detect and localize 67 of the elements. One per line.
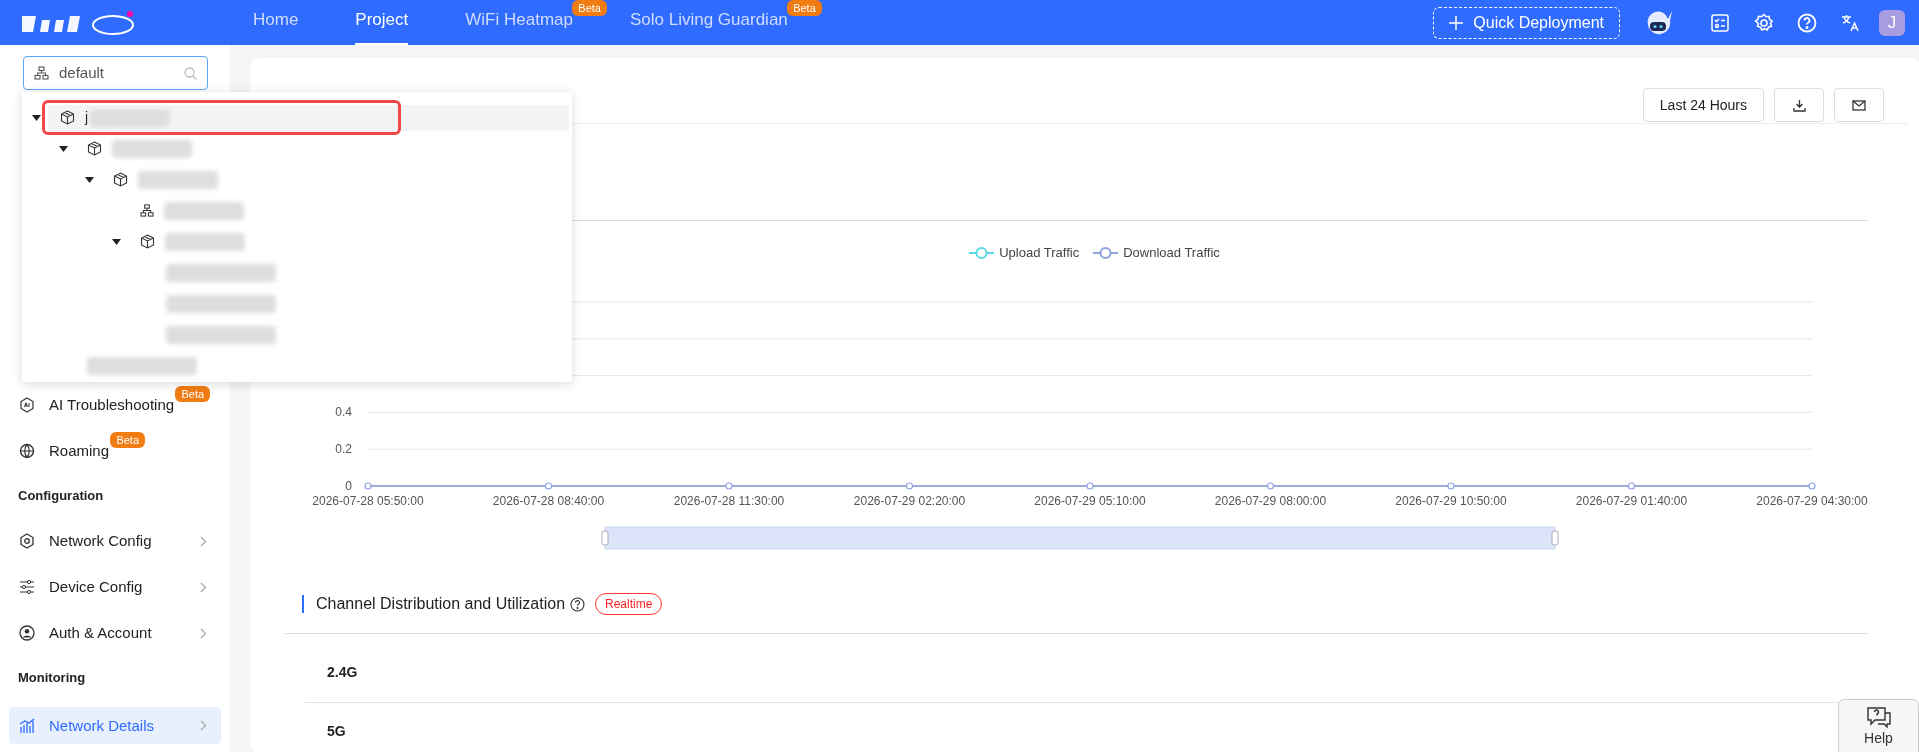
beta-badge: Beta bbox=[572, 0, 607, 16]
axis-label: 0.4 bbox=[335, 405, 352, 420]
tree-label: j bbox=[85, 108, 89, 127]
slider-handle[interactable] bbox=[601, 530, 609, 546]
legend-label[interactable]: Upload Traffic bbox=[999, 243, 1080, 263]
axis-label: 2026-07-29 01:40:00 bbox=[1575, 494, 1688, 508]
download-icon bbox=[1792, 98, 1806, 112]
axis-label: 2026-07-29 04:30:00 bbox=[1756, 494, 1868, 508]
bar-chart-icon bbox=[19, 717, 35, 734]
sidebar-item[interactable]: AI Troubleshooting Beta bbox=[9, 382, 221, 428]
slider-handle[interactable] bbox=[1551, 530, 1559, 546]
search-icon bbox=[184, 66, 197, 80]
sidebar-item[interactable]: Network Config bbox=[9, 518, 221, 564]
section-heading: Monitoring bbox=[17, 669, 87, 688]
band-label: 5G bbox=[327, 722, 346, 741]
caret-icon[interactable] bbox=[85, 176, 94, 183]
axis-label: 2026-07-29 10:50:00 bbox=[1395, 494, 1507, 508]
sidebar-item[interactable]: Roaming Beta bbox=[9, 428, 221, 474]
sliders-icon bbox=[19, 579, 35, 595]
axis-label: 2026-07-29 08:00:00 bbox=[1214, 494, 1327, 508]
settings-icon[interactable] bbox=[1754, 12, 1774, 33]
globe-icon bbox=[19, 443, 35, 459]
cube-icon bbox=[139, 234, 155, 249]
legend-label[interactable]: Download Traffic bbox=[1123, 243, 1220, 263]
zoom-slider[interactable] bbox=[604, 526, 1556, 550]
axis-label: 2026-07-29 02:20:00 bbox=[853, 494, 966, 508]
section-title: Channel Distribution and Utilization bbox=[316, 594, 566, 614]
hierarchy-icon bbox=[139, 204, 154, 217]
mail-icon bbox=[1852, 99, 1866, 111]
tree-item[interactable]: j bbox=[48, 104, 569, 131]
help-icon[interactable] bbox=[570, 596, 586, 612]
band-label: 2.4G bbox=[327, 662, 358, 682]
caret-icon[interactable] bbox=[58, 145, 68, 152]
cube-icon bbox=[60, 110, 75, 125]
sidebar-item[interactable]: Network Details bbox=[9, 707, 221, 744]
axis-label: 2026-07-29 05:10:00 bbox=[1034, 494, 1146, 508]
beta-badge: Beta bbox=[110, 432, 146, 448]
email-button[interactable] bbox=[1834, 88, 1884, 122]
sidebar-item[interactable]: Auth & Account bbox=[9, 610, 221, 656]
caret-icon[interactable] bbox=[111, 238, 121, 245]
beta-badge: Beta bbox=[787, 0, 822, 16]
cube-icon bbox=[86, 141, 102, 156]
section-heading: Configuration bbox=[17, 487, 105, 506]
axis-label: 0.2 bbox=[335, 442, 352, 457]
time-range-button[interactable]: Last 24 Hours bbox=[1642, 88, 1764, 122]
axis-label: 2026-07-28 11:30:00 bbox=[673, 494, 785, 508]
field-value: default bbox=[59, 62, 105, 83]
user-icon bbox=[19, 625, 35, 641]
cube-icon bbox=[113, 172, 128, 187]
sidebar-item[interactable]: Device Config bbox=[9, 564, 221, 610]
axis-label: 2026-07-28 08:40:00 bbox=[492, 494, 605, 508]
plus-icon bbox=[1449, 15, 1464, 30]
checklist-icon[interactable] bbox=[1710, 12, 1730, 33]
chat-help-icon bbox=[1865, 706, 1892, 728]
hierarchy-icon bbox=[34, 66, 49, 80]
axis-label: 0 bbox=[345, 479, 352, 493]
nav-tab[interactable]: Project bbox=[355, 7, 409, 45]
quick-deployment-button[interactable]: Quick Deployment bbox=[1433, 6, 1620, 39]
beta-badge: Beta bbox=[175, 386, 211, 402]
translate-icon[interactable] bbox=[1840, 12, 1860, 33]
ai-hexagon-icon bbox=[19, 397, 35, 413]
project-search-field[interactable]: default bbox=[23, 56, 208, 90]
caret-icon[interactable] bbox=[32, 114, 41, 121]
download-button[interactable] bbox=[1774, 88, 1824, 122]
hexagon-icon bbox=[19, 533, 35, 549]
axis-label: 2026-07-28 05:50:00 bbox=[312, 494, 424, 508]
help-button[interactable]: Help bbox=[1838, 699, 1919, 752]
